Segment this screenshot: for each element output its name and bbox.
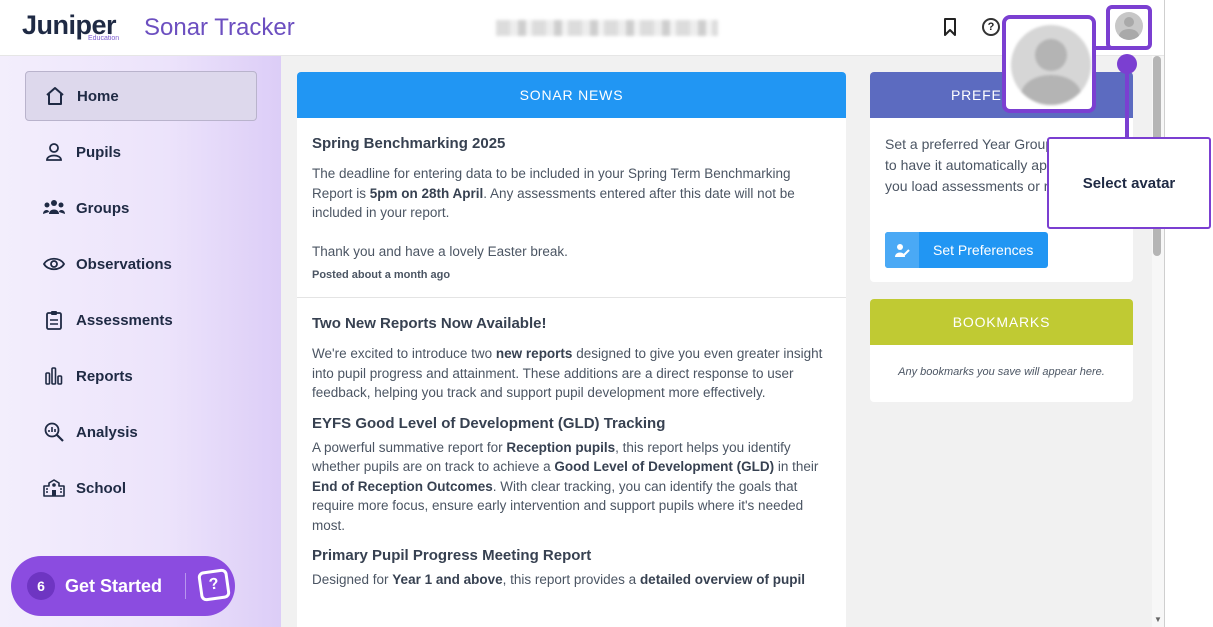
bookmarks-empty-text: Any bookmarks you save will appear here. — [898, 366, 1105, 378]
group-icon — [43, 197, 65, 219]
sidebar-item-observations[interactable]: Observations — [25, 239, 257, 289]
top-header: Juniper Education Sonar Tracker ? — [0, 0, 1164, 56]
main-content: SONAR NEWS Spring Benchmarking 2025 The … — [281, 56, 1153, 627]
sonar-news-heading: SONAR NEWS — [297, 72, 846, 118]
help-icon[interactable]: ? — [982, 18, 1000, 36]
logo-subtitle: Education — [88, 35, 120, 42]
bookmarks-card: BOOKMARKS Any bookmarks you save will ap… — [870, 299, 1133, 402]
news-post: Spring Benchmarking 2025 The deadline fo… — [297, 118, 846, 281]
sidebar-item-groups[interactable]: Groups — [25, 183, 257, 233]
bar-chart-icon — [43, 365, 65, 387]
news-post: Two New Reports Now Available! We're exc… — [297, 315, 846, 590]
sidebar-item-label: Home — [77, 87, 119, 105]
get-started-button[interactable]: 6 Get Started ? — [11, 556, 235, 616]
sonar-news-card: SONAR NEWS Spring Benchmarking 2025 The … — [297, 72, 846, 627]
news-divider — [297, 297, 846, 298]
sidebar-item-label: School — [76, 479, 127, 497]
bookmark-icon[interactable] — [939, 16, 961, 38]
sidebar-item-label: Groups — [76, 199, 130, 217]
news-post-paragraph: The deadline for entering data to be inc… — [312, 166, 795, 220]
set-preferences-button[interactable]: Set Preferences — [885, 232, 1048, 268]
app-frame: Juniper Education Sonar Tracker ? Home P… — [0, 0, 1165, 627]
sidebar-item-label: Observations — [76, 255, 172, 273]
sidebar-item-home[interactable]: Home — [25, 71, 257, 121]
school-icon — [43, 477, 65, 499]
person-icon — [43, 141, 65, 163]
sidebar-item-label: Pupils — [76, 143, 122, 161]
tutorial-pointer-line — [1125, 70, 1129, 138]
sidebar-item-school[interactable]: School — [25, 463, 257, 513]
news-post-paragraph: Thank you and have a lovely Easter break… — [312, 243, 568, 259]
avatar-highlight — [1106, 5, 1152, 50]
eye-icon — [43, 253, 65, 275]
news-post-subheading: Primary Pupil Progress Meeting Report — [312, 547, 592, 564]
tutorial-tooltip: Select avatar — [1047, 137, 1211, 229]
news-post-paragraph: We're excited to introduce two new repor… — [312, 346, 823, 400]
sidebar-item-label: Analysis — [76, 423, 138, 441]
get-started-count: 6 — [27, 572, 55, 600]
home-icon — [44, 85, 66, 107]
avatar-spotlight — [1002, 15, 1096, 113]
sidebar-item-reports[interactable]: Reports — [25, 351, 257, 401]
get-started-divider — [185, 573, 186, 599]
clipboard-icon — [43, 309, 65, 331]
school-name-redacted — [496, 20, 718, 36]
sidebar-item-pupils[interactable]: Pupils — [25, 127, 257, 177]
news-post-title: Spring Benchmarking 2025 — [312, 135, 506, 152]
magnifier-chart-icon — [43, 421, 65, 443]
avatar-icon[interactable] — [1011, 25, 1091, 105]
product-name: Sonar Tracker — [144, 14, 295, 41]
sidebar-item-analysis[interactable]: Analysis — [25, 407, 257, 457]
bookmarks-heading: BOOKMARKS — [870, 299, 1133, 345]
sidebar-item-label: Assessments — [76, 311, 173, 329]
set-preferences-label: Set Preferences — [933, 242, 1034, 258]
news-post-title: Two New Reports Now Available! — [312, 315, 547, 332]
news-post-paragraph: Designed for Year 1 and above, this repo… — [312, 572, 805, 587]
sidebar-item-assessments[interactable]: Assessments — [25, 295, 257, 345]
news-post-timestamp: Posted about a month ago — [312, 269, 451, 281]
get-started-label: Get Started — [65, 575, 163, 596]
scroll-down-icon[interactable]: ▼ — [1152, 615, 1164, 627]
sidebar-item-label: Reports — [76, 367, 133, 385]
help-chat-icon: ? — [197, 568, 231, 602]
user-edit-icon — [885, 232, 919, 268]
news-post-subheading: EYFS Good Level of Development (GLD) Tra… — [312, 414, 666, 432]
news-post-paragraph: A powerful summative report for Receptio… — [312, 439, 819, 533]
sidebar: Home Pupils Groups Observations Assessme… — [0, 56, 281, 627]
